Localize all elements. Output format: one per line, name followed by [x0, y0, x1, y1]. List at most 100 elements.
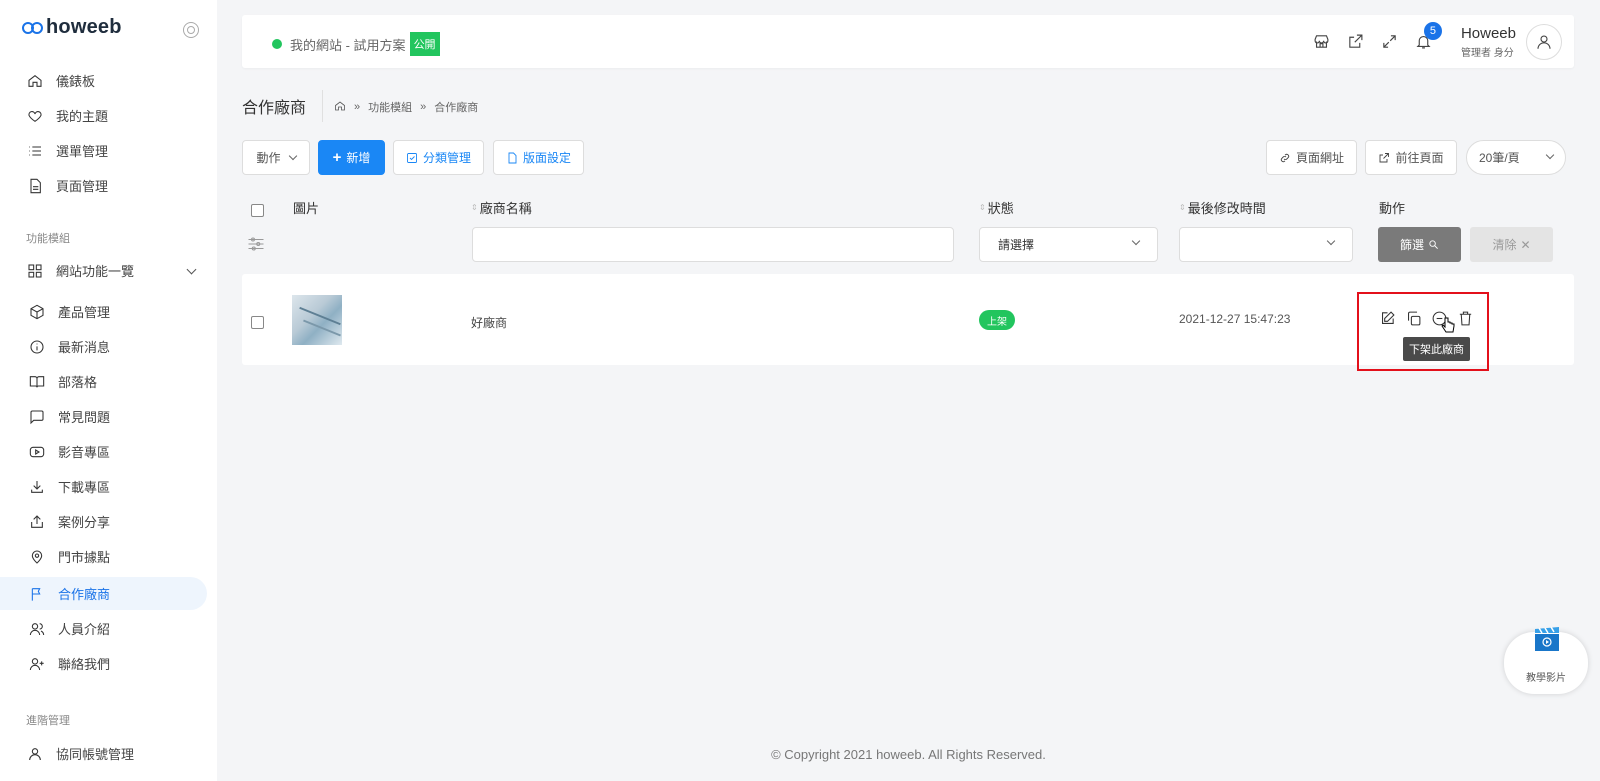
map-pin-icon	[28, 548, 46, 566]
breadcrumb-separator: »	[354, 101, 361, 113]
breadcrumb-item-current: 合作廠商	[434, 102, 479, 114]
sidebar-item-blog[interactable]: 部落格	[0, 365, 207, 398]
modified-filter-select[interactable]	[1179, 227, 1353, 262]
brand-logo[interactable]: howeeb	[22, 16, 122, 39]
add-button[interactable]: + 新增	[318, 140, 385, 175]
user-info[interactable]: Howeeb 管理者 身分	[1461, 25, 1516, 59]
sidebar-item-products[interactable]: 產品管理	[0, 295, 207, 328]
sidebar-group-site-functions[interactable]: 網站功能一覽	[0, 254, 207, 287]
sidebar-item-stores[interactable]: 門市據點	[0, 540, 207, 573]
grid-icon	[26, 262, 44, 280]
sidebar-item-videos[interactable]: 影音專區	[0, 435, 207, 468]
status-filter-select[interactable]: 請選擇	[979, 227, 1158, 262]
sidebar-item-label: 產品管理	[58, 305, 111, 320]
user-plus-icon	[28, 655, 46, 673]
site-status: 我的網站 - 試用方案 公開	[272, 32, 440, 56]
plus-icon: +	[332, 149, 342, 166]
per-page-select[interactable]: 20筆/頁	[1466, 140, 1566, 175]
select-all-checkbox[interactable]	[251, 204, 264, 217]
tutorial-video-widget[interactable]: 教學影片	[1504, 626, 1588, 694]
user-role: 管理者 身分	[1460, 47, 1514, 59]
add-label: 新增	[346, 151, 371, 165]
video-clapper-icon	[1532, 624, 1562, 654]
status-dot-icon	[272, 39, 282, 49]
row-checkbox[interactable]	[251, 316, 264, 329]
status-badge: 上架	[979, 310, 1015, 330]
page-url-label: 頁面網址	[1295, 151, 1344, 165]
flag-icon	[28, 585, 46, 603]
footer-copyright: © Copyright 2021 howeeb. All Rights Rese…	[771, 747, 1046, 762]
bulk-action-dropdown[interactable]: 動作	[242, 140, 310, 175]
breadcrumb-item-modules[interactable]: 功能模組	[368, 99, 412, 115]
top-bar: 我的網站 - 試用方案 公開 5 Howeeb 管理者 身分	[242, 15, 1574, 68]
public-badge: 公開	[409, 32, 440, 56]
partner-thumbnail[interactable]	[292, 295, 342, 345]
external-link-icon[interactable]	[1347, 33, 1365, 51]
page-url-button[interactable]: 頁面網址	[1266, 140, 1357, 175]
column-header-modified[interactable]: ⇕ 最後修改時間	[1179, 198, 1266, 217]
sidebar-item-news[interactable]: 最新消息	[0, 330, 207, 363]
sidebar-item-themes[interactable]: 我的主題	[0, 99, 207, 132]
bell-icon[interactable]: 5	[1415, 21, 1442, 51]
user-icon	[26, 745, 44, 763]
column-header-label: 廠商名稱	[479, 201, 532, 216]
sidebar-item-pages[interactable]: 頁面管理	[0, 169, 207, 202]
brand-name: howeeb	[46, 16, 122, 38]
sidebar-item-downloads[interactable]: 下載專區	[0, 470, 207, 503]
avatar[interactable]	[1526, 23, 1562, 60]
tutorial-video-label: 教學影片	[1526, 673, 1566, 684]
sidebar-toggle-icon[interactable]	[183, 22, 199, 38]
close-icon: ✕	[1520, 237, 1531, 252]
home-icon[interactable]	[334, 100, 346, 115]
sidebar-section-advanced: 進階管理	[26, 715, 70, 727]
category-management-label: 分類管理	[422, 151, 471, 165]
sidebar-item-label: 儀錶板	[56, 74, 96, 89]
column-header-actions: 動作	[1379, 201, 1406, 216]
sidebar-item-contact[interactable]: 聯絡我們	[0, 647, 207, 680]
sidebar-section-modules: 功能模組	[26, 233, 70, 245]
layout-settings-label: 版面設定	[522, 151, 571, 165]
modified-time: 2021-12-27 15:47:23	[1179, 312, 1291, 326]
bulk-action-label: 動作	[256, 151, 281, 165]
layout-settings-button[interactable]: 版面設定	[493, 140, 584, 175]
sidebar-item-label: 人員介紹	[58, 622, 111, 637]
heart-icon	[26, 107, 44, 125]
clear-button[interactable]: 清除 ✕	[1470, 227, 1553, 262]
column-settings-icon[interactable]	[247, 236, 265, 252]
column-header-name[interactable]: ⇕ 廠商名稱	[471, 198, 532, 217]
sidebar-item-label: 頁面管理	[56, 179, 109, 194]
sidebar-item-partners[interactable]: 合作廠商	[0, 577, 207, 610]
sidebar-item-faq[interactable]: 常見問題	[0, 400, 207, 433]
share-icon	[28, 513, 46, 531]
filter-label: 篩選	[1399, 238, 1424, 252]
sidebar-item-label: 部落格	[58, 375, 98, 390]
column-header-status[interactable]: ⇕ 狀態	[979, 198, 1014, 217]
sidebar-item-staff[interactable]: 人員介紹	[0, 612, 207, 645]
sidebar-item-label: 網站功能一覽	[56, 264, 135, 279]
fullscreen-icon[interactable]	[1381, 33, 1399, 51]
sidebar-item-label: 協同帳號管理	[56, 747, 135, 762]
per-page-label: 20筆/頁	[1479, 151, 1520, 165]
book-icon	[28, 373, 46, 391]
sidebar-item-dashboard[interactable]: 儀錶板	[0, 64, 207, 97]
category-management-button[interactable]: 分類管理	[393, 140, 484, 175]
info-icon	[28, 338, 46, 356]
sort-icon: ⇕	[1179, 202, 1186, 212]
sidebar: howeeb 儀錶板 我的主題 選單管理 頁面管理 功能模組 網站功能一覽 產品…	[0, 0, 217, 781]
goto-page-button[interactable]: 前往頁面	[1365, 140, 1457, 175]
tooltip: 下架此廠商	[1403, 337, 1470, 361]
column-header-image: 圖片	[293, 201, 320, 216]
breadcrumb-separator: »	[420, 101, 427, 113]
sidebar-item-menus[interactable]: 選單管理	[0, 134, 207, 167]
sidebar-item-cases[interactable]: 案例分享	[0, 505, 207, 538]
sidebar-item-collaborators[interactable]: 協同帳號管理	[0, 737, 207, 770]
name-filter-input[interactable]	[472, 227, 954, 262]
document-icon	[26, 177, 44, 195]
store-icon[interactable]	[1313, 33, 1331, 51]
chevron-down-icon	[1131, 236, 1141, 246]
video-icon	[28, 443, 46, 461]
sidebar-item-label: 最新消息	[58, 340, 111, 355]
filter-button[interactable]: 篩選	[1378, 227, 1461, 262]
box-icon	[28, 303, 46, 321]
chevron-down-icon	[1326, 236, 1336, 246]
